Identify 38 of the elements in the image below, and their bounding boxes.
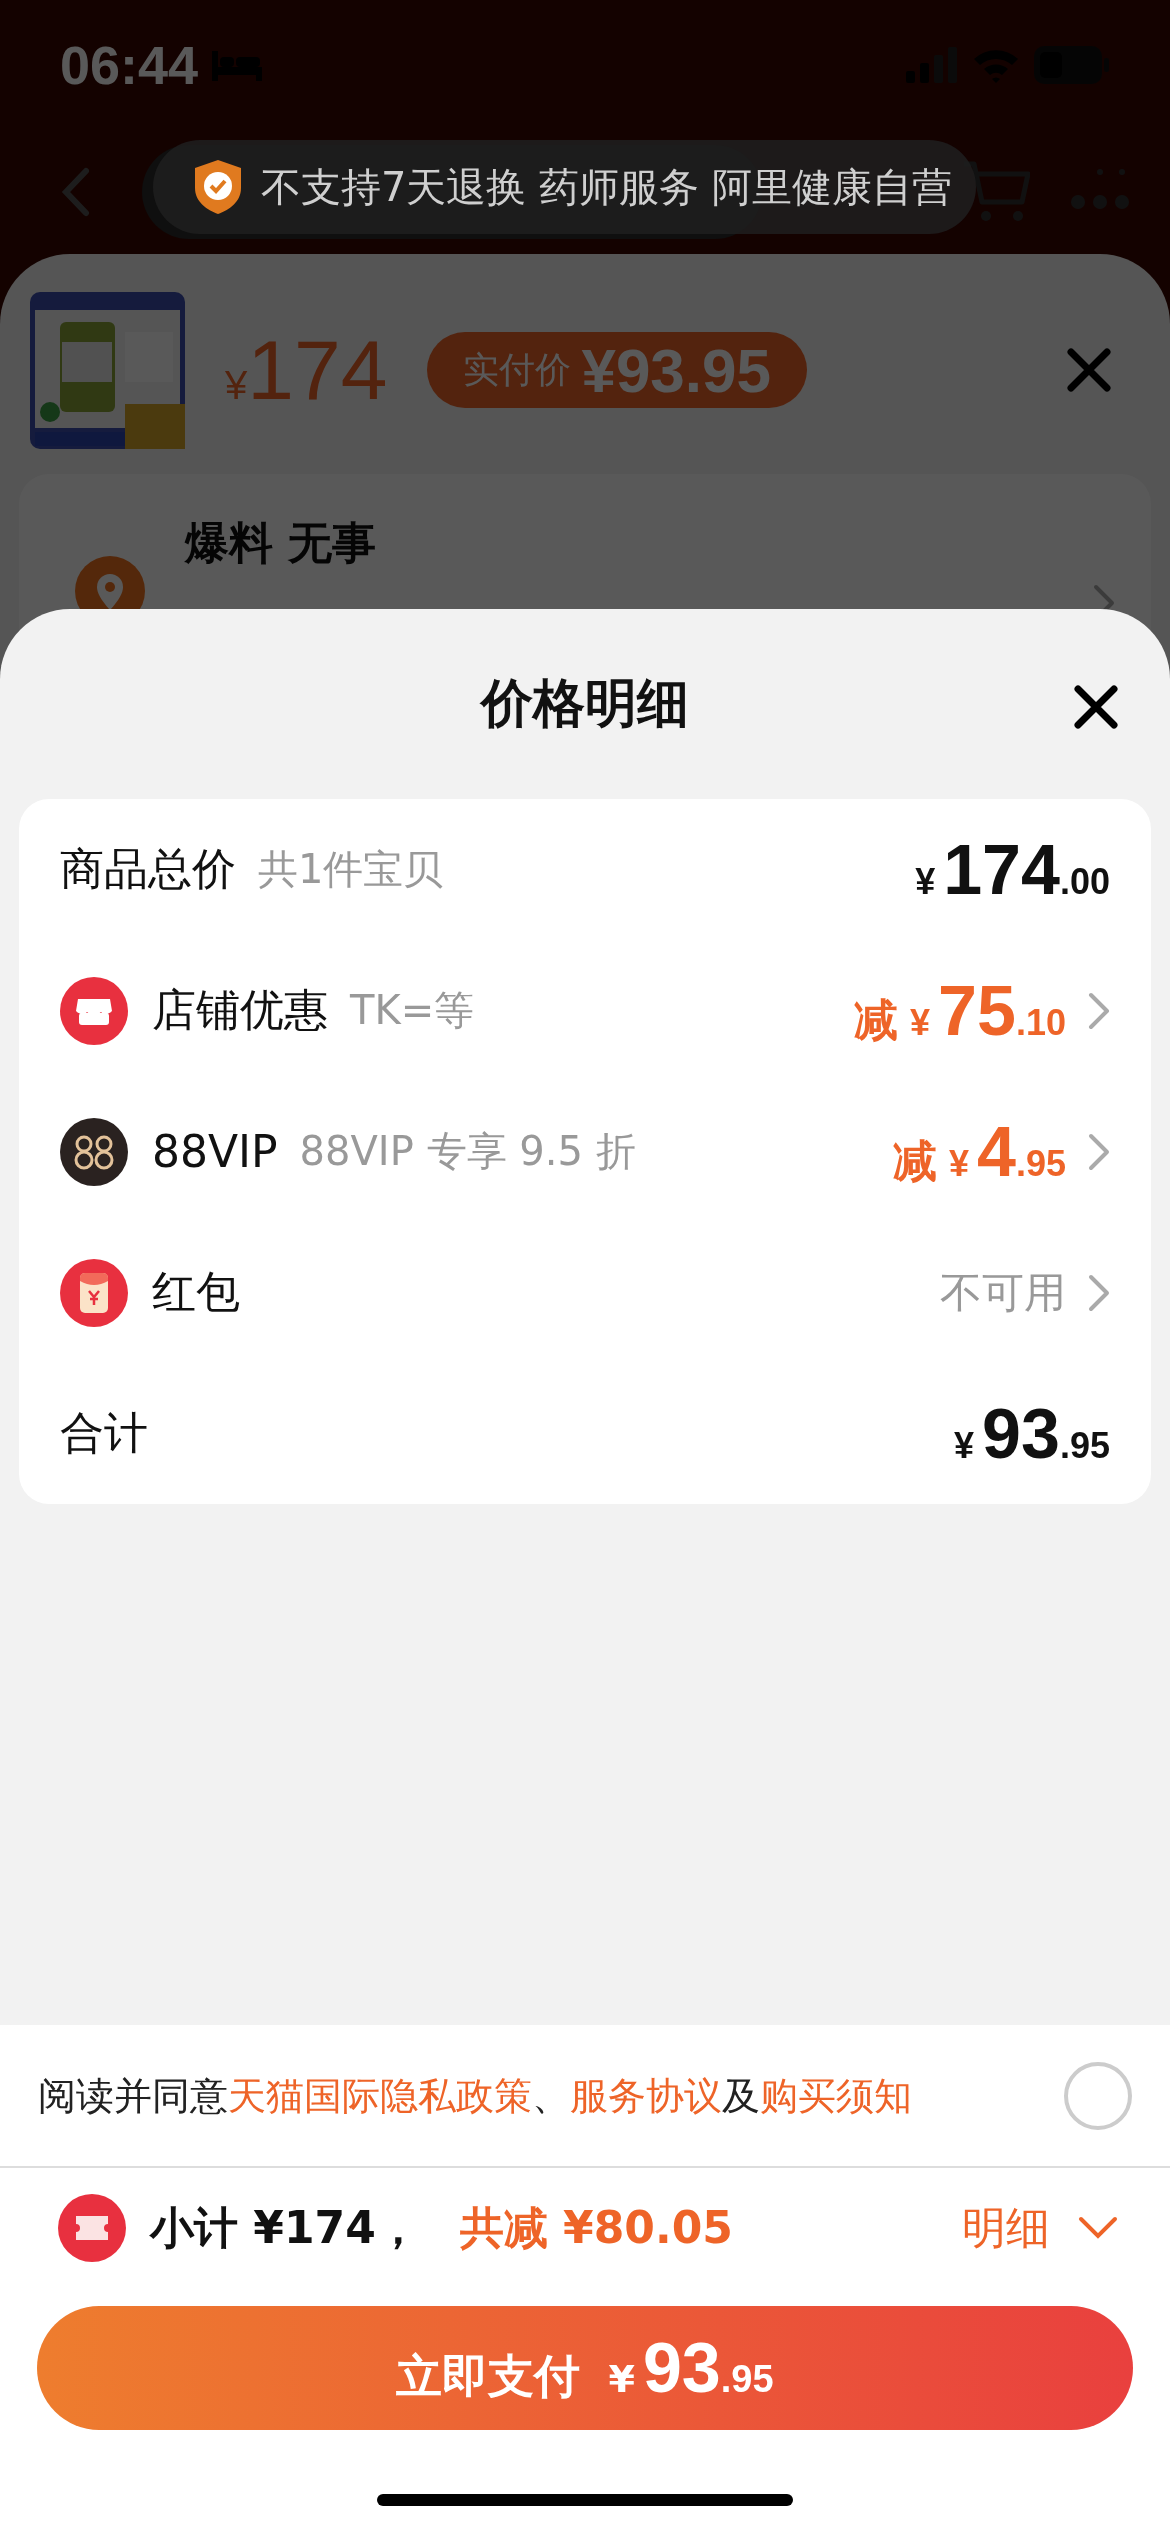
detail-toggle[interactable]: 明细: [962, 2198, 1118, 2258]
row-label: 商品总价: [60, 842, 236, 896]
row-amount: ¥93.95: [954, 1393, 1110, 1474]
policy-link[interactable]: 购买须知: [760, 2073, 912, 2118]
chevron-right-icon: [1088, 991, 1110, 1030]
row-amount: ¥174.00: [915, 829, 1110, 910]
row-amount: 减 ¥75.10: [854, 970, 1066, 1051]
row-status: 不可用: [940, 1266, 1066, 1319]
chevron-down-icon: [1078, 2216, 1118, 2240]
row-note: 共1件宝贝: [258, 845, 444, 894]
address-title: 爆料 无事: [185, 516, 377, 570]
total-discount-text: 共减 ¥80.05: [459, 2200, 733, 2255]
subtotal-text: 小计 ¥174，: [150, 2200, 420, 2255]
service-badge-text: 不支持7天退换 药师服务 阿里健康自营: [261, 162, 952, 212]
status-time: 06:44: [60, 34, 199, 96]
pay-button[interactable]: 立即支付 ¥93.95: [37, 2306, 1133, 2430]
policy-link[interactable]: 服务协议: [570, 2073, 722, 2118]
row-label: 合计: [60, 1406, 148, 1460]
row-label: 店铺优惠: [152, 983, 328, 1037]
row-amount: 减 ¥4.95: [893, 1111, 1066, 1192]
chevron-right-icon: [1088, 1273, 1110, 1312]
close-icon[interactable]: [1074, 685, 1118, 729]
policy-link[interactable]: 天猫国际隐私政策: [228, 2073, 532, 2118]
ticket-icon: [58, 2194, 126, 2262]
back-icon[interactable]: [60, 167, 90, 217]
row-note: 88VIP 专享 9.5 折: [299, 1127, 636, 1176]
shield-check-icon: [193, 158, 243, 216]
agreement-text: 阅读并同意天猫国际隐私政策、服务协议及购买须知: [38, 2072, 913, 2120]
sheet-title: 价格明细: [481, 672, 689, 735]
row-label: 88VIP: [152, 1126, 278, 1177]
envelope-icon: [60, 1258, 128, 1327]
vip-badge-icon: [60, 1117, 128, 1186]
row-label: 红包: [152, 1265, 240, 1319]
agreement-radio[interactable]: [1064, 2061, 1132, 2130]
row-note: TK=等: [350, 986, 475, 1035]
chevron-right-icon: [1088, 1132, 1110, 1171]
product-price: ¥174: [225, 321, 388, 419]
store-icon: [60, 976, 128, 1045]
